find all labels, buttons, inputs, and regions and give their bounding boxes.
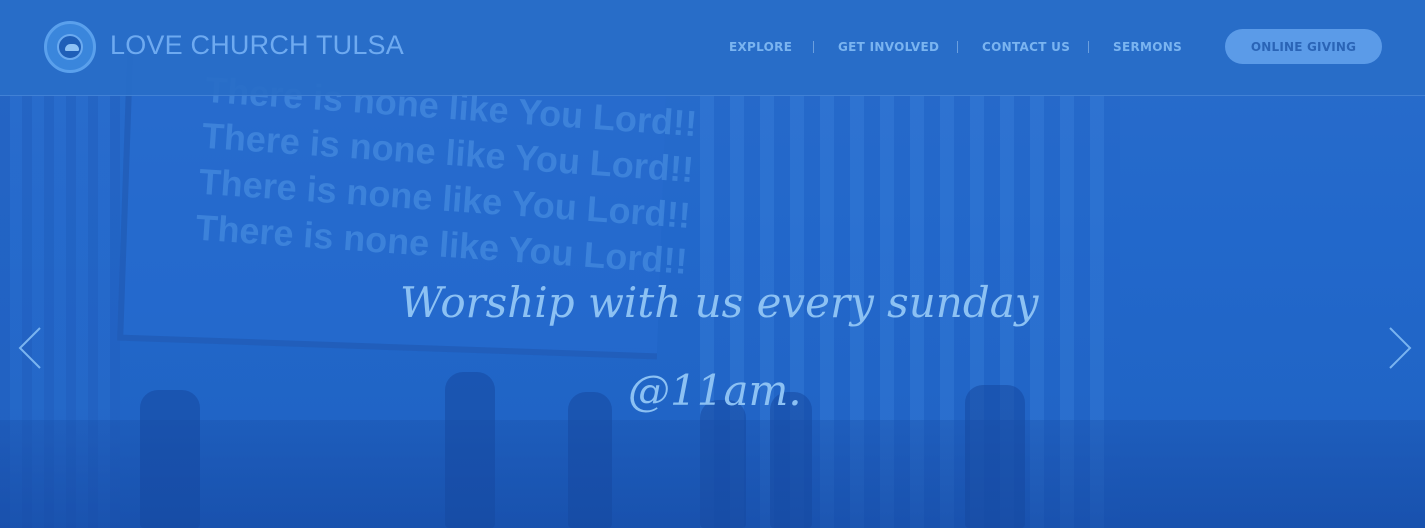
nav-divider [1088, 41, 1089, 53]
slider-next-button[interactable] [1376, 326, 1416, 370]
hero-service-time: @11am. [628, 366, 802, 415]
online-giving-button[interactable]: ONLINE GIVING [1225, 29, 1382, 64]
dove-icon [65, 44, 79, 51]
nav-item-explore[interactable]: EXPLORE [729, 40, 792, 54]
logo-inner-ring [57, 34, 83, 60]
nav-divider [957, 41, 958, 53]
worship-team-member [965, 385, 1025, 528]
nav-item-sermons[interactable]: SERMONS [1113, 40, 1182, 54]
chevron-left-icon [18, 327, 41, 369]
main-navigation: EXPLORE GET INVOLVED CONTACT US SERMONS [729, 40, 1189, 56]
worship-team-member [568, 392, 612, 528]
projected-lyrics: There is none like You Lord!! There is n… [194, 67, 698, 282]
chevron-right-icon [1389, 327, 1412, 369]
site-header: LOVE CHURCH TULSA EXPLORE GET INVOLVED C… [0, 0, 1425, 96]
worship-team-member [445, 372, 495, 528]
nav-item-get-involved[interactable]: GET INVOLVED [838, 40, 939, 54]
nav-divider [813, 41, 814, 53]
hero-headline: Worship with us every sunday [400, 278, 1039, 327]
worship-team-member [140, 390, 200, 528]
slider-prev-button[interactable] [14, 326, 54, 370]
worship-team-member [700, 400, 746, 528]
nav-item-contact-us[interactable]: CONTACT US [982, 40, 1070, 54]
site-title[interactable]: LOVE CHURCH TULSA [110, 30, 404, 61]
church-seal-logo-icon[interactable] [44, 21, 96, 73]
